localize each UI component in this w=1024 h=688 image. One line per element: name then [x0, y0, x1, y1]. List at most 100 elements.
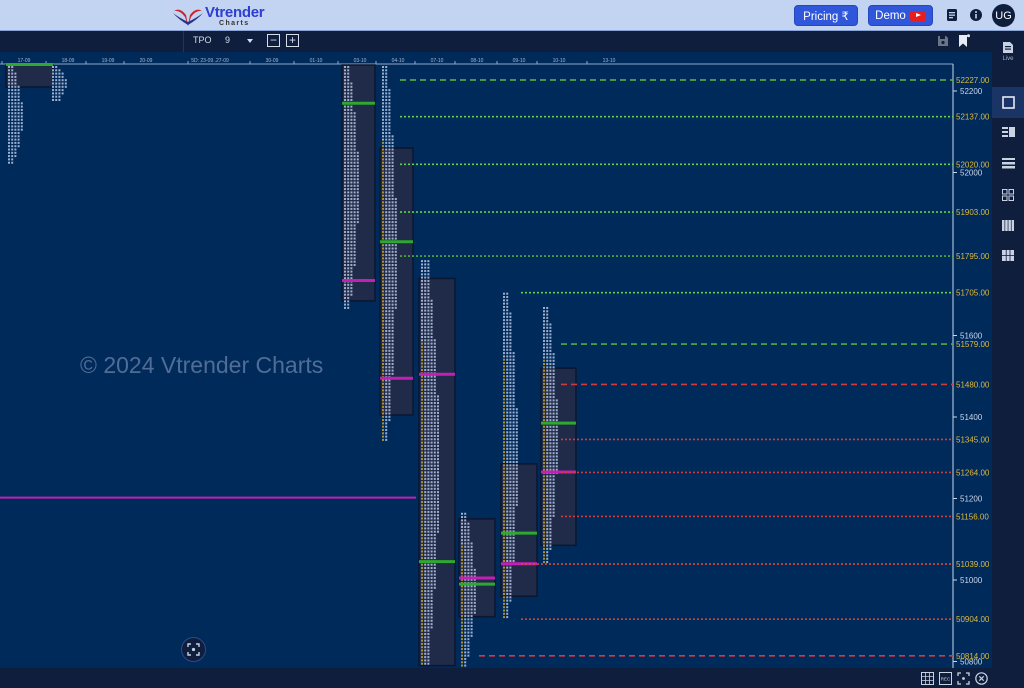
reference-level-label: 51795.00 — [956, 252, 990, 261]
tpo-block — [552, 435, 555, 438]
info-icon[interactable] — [969, 8, 983, 22]
tpo-block — [391, 141, 394, 144]
tpo-block — [394, 214, 397, 217]
sidebar-item-rows-layout[interactable] — [992, 148, 1024, 179]
save-icon[interactable] — [937, 35, 949, 47]
tpo-block — [353, 132, 356, 134]
tpo-block — [356, 194, 359, 197]
tpo-block — [391, 306, 394, 309]
sidebar-item-split-layout[interactable] — [992, 117, 1024, 148]
sidebar-item-live[interactable]: Live — [992, 36, 1024, 67]
tpo-block — [555, 438, 558, 441]
tpo-block — [385, 369, 388, 372]
tpo-block — [555, 402, 558, 405]
demo-button[interactable]: Demo — [868, 5, 933, 26]
fullscreen-icon[interactable] — [957, 672, 970, 685]
pricing-button[interactable]: Pricing ₹ — [794, 5, 858, 26]
zoom-in-button[interactable]: + — [286, 34, 299, 47]
tpo-block — [509, 560, 512, 563]
tpo-block — [470, 562, 473, 565]
tpo-block — [382, 171, 384, 174]
tpo-block — [543, 356, 545, 359]
tpo-block — [424, 425, 427, 428]
vtrender-logo[interactable]: Vtrender Charts — [172, 3, 265, 29]
tpo-block — [470, 621, 473, 624]
tpo-block — [543, 475, 545, 478]
tpo-block — [467, 634, 470, 637]
tpo-block — [391, 280, 394, 283]
tpo-block — [515, 457, 518, 460]
tpo-block — [470, 591, 473, 594]
tpo-size-select[interactable]: 9 — [225, 35, 230, 45]
tpo-block — [430, 319, 433, 322]
tpo-block — [515, 487, 518, 490]
tpo-block — [382, 409, 384, 412]
document-icon[interactable] — [945, 8, 959, 22]
tpo-block — [356, 181, 359, 184]
tpo-block — [394, 207, 397, 210]
close-icon[interactable] — [975, 672, 988, 685]
tpo-block — [391, 221, 394, 224]
tpo-block — [388, 227, 391, 230]
tpo-block — [353, 260, 356, 263]
tpo-block — [549, 323, 552, 326]
tpo-block — [546, 306, 549, 309]
tpo-block — [391, 287, 394, 290]
tpo-block — [427, 477, 430, 480]
tpo-block — [506, 517, 509, 520]
tpo-block — [8, 138, 10, 141]
tpo-block — [427, 448, 430, 451]
tpo-block — [427, 345, 430, 348]
tpo-block — [509, 490, 512, 493]
tpo-block — [509, 424, 512, 427]
tpo-block — [509, 579, 512, 582]
tpo-block — [424, 332, 427, 335]
tpo-block — [347, 217, 350, 220]
tpo-block — [55, 95, 58, 98]
recenter-button[interactable] — [181, 637, 206, 662]
tpo-block — [506, 401, 509, 404]
tpo-block — [515, 464, 518, 467]
tpo-chart[interactable]: 17-09 18-09 19-09 20-09 5D: 23-09..27-09 30-0… — [0, 52, 992, 668]
tpo-block — [437, 425, 439, 428]
grid-icon[interactable] — [921, 672, 934, 685]
zoom-out-button[interactable]: − — [267, 34, 280, 47]
tpo-block — [353, 122, 356, 125]
tpo-block — [424, 520, 427, 523]
tpo-block — [17, 99, 20, 101]
sidebar-item-grid-layout[interactable] — [992, 179, 1024, 210]
tpo-block — [427, 497, 430, 500]
tpo-block — [388, 330, 391, 332]
tpo-block — [382, 264, 384, 266]
user-avatar[interactable]: UG — [992, 4, 1015, 27]
chevron-down-icon[interactable] — [247, 39, 253, 43]
tpo-block — [344, 254, 346, 257]
tpo-block — [344, 184, 346, 187]
tpo-block — [427, 296, 430, 299]
sidebar-item-single-layout[interactable] — [992, 87, 1024, 118]
tpo-block — [11, 75, 14, 78]
tpo-block — [385, 141, 388, 144]
tpo-block — [546, 419, 549, 422]
tpo-block — [421, 477, 423, 480]
tpo-block — [424, 266, 427, 269]
sidebar-item-columns-layout[interactable] — [992, 210, 1024, 241]
tpo-block — [344, 227, 346, 230]
tpo-block — [464, 644, 467, 647]
sidebar-item-table-layout[interactable] — [992, 240, 1024, 271]
tpo-block — [347, 135, 350, 138]
tpo-block — [427, 405, 430, 408]
tpo-block — [509, 593, 512, 596]
tpo-block — [8, 158, 10, 161]
tpo-block — [388, 264, 391, 266]
tpo-block — [433, 497, 436, 500]
tpo-block — [14, 148, 17, 151]
bookmark-icon[interactable] — [958, 34, 970, 48]
tpo-block — [382, 415, 384, 418]
chart-toolbar: TPO 9 − + — [0, 31, 992, 52]
tpo-block — [506, 464, 509, 467]
tpo-block — [467, 568, 470, 571]
tpo-block — [506, 319, 509, 322]
tpo-block — [509, 319, 512, 322]
rec-icon[interactable]: REC — [939, 672, 952, 685]
